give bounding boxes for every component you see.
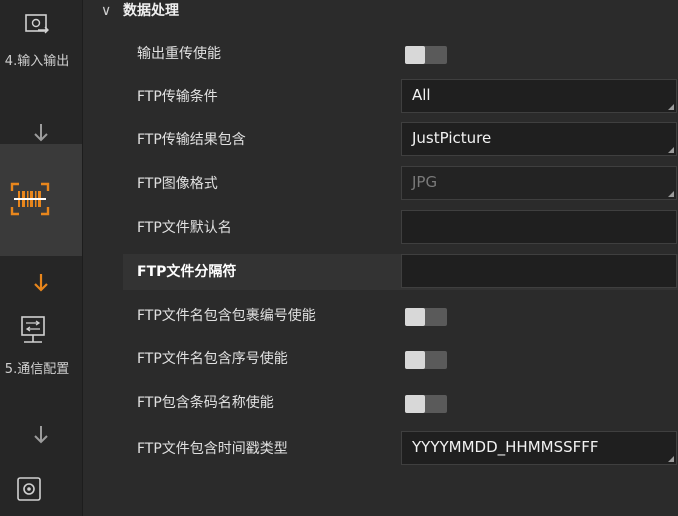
field-value: JPG bbox=[412, 173, 438, 191]
param-label: FTP图像格式 bbox=[137, 176, 218, 192]
down-arrow-icon bbox=[0, 272, 82, 297]
step-label: 5.通信配置 bbox=[4, 362, 70, 377]
toggle-knob bbox=[405, 308, 425, 326]
param-row: FTP传输结果包含 JustPicture bbox=[123, 122, 678, 158]
resize-grip-icon bbox=[668, 191, 674, 197]
toggle-knob bbox=[405, 395, 425, 413]
step-settings[interactable] bbox=[0, 470, 82, 510]
param-label: FTP传输结果包含 bbox=[137, 132, 246, 148]
toggle-knob bbox=[405, 46, 425, 64]
step-label: 4.输入输出 bbox=[4, 54, 70, 69]
settings-icon bbox=[17, 477, 41, 501]
resize-grip-icon bbox=[668, 147, 674, 153]
ftp-image-format-select: JPG bbox=[401, 166, 677, 200]
workflow-sidebar: 4.输入输出 5.通信配置 bbox=[0, 0, 83, 516]
field-value: YYYYMMDD_HHMMSSFFF bbox=[412, 438, 599, 456]
param-label: FTP包含条码名称使能 bbox=[137, 395, 274, 411]
param-label: FTP传输条件 bbox=[137, 89, 218, 105]
step-communication[interactable]: 5.通信配置 bbox=[0, 306, 82, 386]
sequence-number-toggle[interactable] bbox=[405, 351, 447, 369]
param-label: 输出重传使能 bbox=[137, 46, 221, 62]
param-row-selected: FTP文件分隔符 bbox=[123, 254, 678, 290]
ftp-result-select[interactable]: JustPicture bbox=[401, 122, 677, 156]
section-title: 数据处理 bbox=[123, 3, 179, 19]
step-barcode[interactable] bbox=[0, 144, 82, 256]
param-label: FTP文件名包含序号使能 bbox=[137, 351, 288, 367]
param-row: FTP传输条件 All bbox=[123, 79, 678, 115]
ftp-default-filename-input[interactable] bbox=[401, 210, 677, 244]
param-label: FTP文件默认名 bbox=[137, 220, 232, 236]
settings-panel: ∨ 数据处理 输出重传使能 FTP传输条件 All FTP传输结果包含 JustP… bbox=[83, 0, 678, 516]
resize-grip-icon bbox=[668, 104, 674, 110]
package-number-toggle[interactable] bbox=[405, 308, 447, 326]
image-io-icon bbox=[25, 14, 49, 34]
field-value: All bbox=[412, 86, 431, 104]
param-label: FTP文件包含时间戳类型 bbox=[137, 441, 288, 457]
param-label: FTP文件名包含包裹编号使能 bbox=[137, 308, 316, 324]
param-row: FTP包含条码名称使能 bbox=[123, 385, 678, 421]
param-row: FTP图像格式 JPG bbox=[123, 166, 678, 202]
step-input-output[interactable]: 4.输入输出 bbox=[0, 0, 82, 80]
param-row: FTP文件默认名 bbox=[123, 210, 678, 246]
param-row: FTP文件名包含序号使能 bbox=[123, 341, 678, 377]
section-header-data-processing[interactable]: ∨ 数据处理 bbox=[101, 0, 179, 22]
network-config-icon bbox=[21, 316, 45, 343]
resize-grip-icon bbox=[668, 456, 674, 462]
ftp-separator-input[interactable] bbox=[401, 254, 677, 288]
param-row: 输出重传使能 bbox=[123, 36, 678, 72]
ftp-condition-select[interactable]: All bbox=[401, 79, 677, 113]
param-row: FTP文件名包含包裹编号使能 bbox=[123, 298, 678, 334]
param-label: FTP文件分隔符 bbox=[137, 264, 237, 280]
chevron-down-icon: ∨ bbox=[101, 3, 112, 19]
barcode-name-toggle[interactable] bbox=[405, 395, 447, 413]
down-arrow-icon bbox=[0, 424, 82, 449]
field-value: JustPicture bbox=[412, 129, 492, 147]
toggle-knob bbox=[405, 351, 425, 369]
retransmit-toggle[interactable] bbox=[405, 46, 447, 64]
timestamp-type-select[interactable]: YYYYMMDD_HHMMSSFFF bbox=[401, 431, 677, 465]
barcode-scan-icon bbox=[10, 182, 50, 216]
param-row: FTP文件包含时间戳类型 YYYYMMDD_HHMMSSFFF bbox=[123, 431, 678, 467]
